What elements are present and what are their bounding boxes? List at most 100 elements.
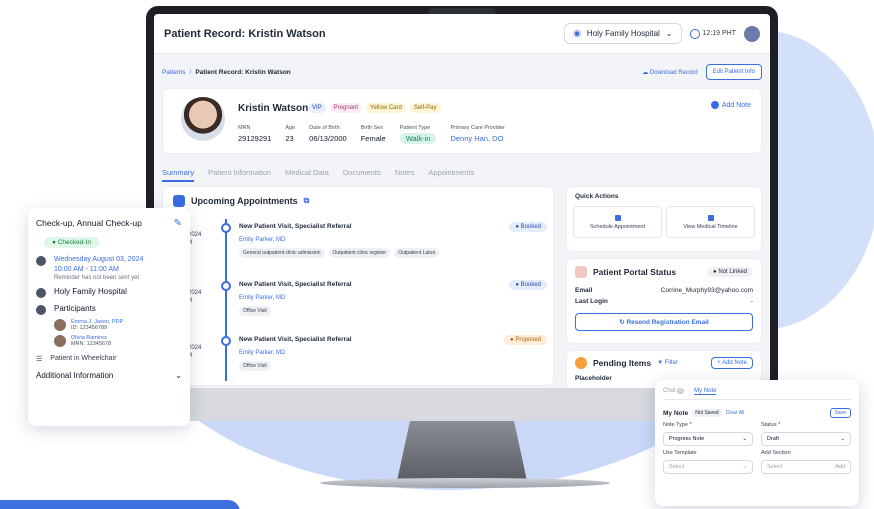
status-value: Draft: [767, 436, 779, 442]
view-timeline-button[interactable]: View Medical Timeline: [666, 206, 755, 238]
status-label: Status *: [761, 422, 781, 428]
filter-label: Filter: [664, 360, 679, 366]
download-label: Download Record: [649, 69, 698, 76]
status-label: Booked: [520, 224, 541, 230]
section-select[interactable]: Select Add: [761, 460, 851, 474]
appointment-time-row: Wednesday August 03, 2024 10:00 AM - 11:…: [36, 255, 182, 281]
template-value: Select: [669, 464, 685, 470]
note-title: My Note: [663, 409, 689, 417]
schedule-appointment-button[interactable]: Schedule Appointment: [573, 206, 662, 238]
pencil-icon[interactable]: ✎: [174, 218, 182, 229]
clear-all-button[interactable]: Clear All: [726, 410, 745, 416]
clock: 12:19 PHT: [689, 28, 736, 39]
save-button[interactable]: Save: [829, 408, 851, 418]
download-record-link[interactable]: ☁ Download Record: [642, 69, 697, 76]
hospital-name: Holy Family Hospital: [586, 29, 660, 38]
note-icon: [710, 101, 719, 109]
add-section-button[interactable]: Add: [835, 464, 845, 470]
chevron-down-icon: ⌄: [840, 436, 845, 442]
wheelchair-label: Patient in Wheelchair: [50, 355, 117, 362]
appointment-title: New Patient Visit, Specialist Referral: [239, 223, 352, 230]
edit-patient-button[interactable]: Edit Patient Info: [705, 64, 762, 80]
appointment-chip: Office Visit: [239, 361, 271, 371]
chat-label: Chat: [663, 388, 676, 394]
filter-button[interactable]: ▼ Filter: [657, 360, 678, 366]
hospital-selector[interactable]: ◉ Holy Family Hospital ⌄: [564, 23, 682, 44]
timeline-icon: [707, 214, 714, 221]
email-value: Corrine_Murphy93@yahoo.com: [660, 287, 753, 294]
quick-actions-row: Schedule Appointment View Medical Timeli…: [567, 206, 761, 238]
status-label: Booked: [520, 282, 541, 288]
status-badge: ● Booked: [509, 222, 547, 232]
appointment-provider[interactable]: Emily Parker, MD: [239, 237, 285, 243]
note-type-value: Progress Note: [669, 436, 705, 442]
participant-item[interactable]: Emma J. Jason, PDP ID: 123456789: [54, 319, 182, 331]
tab-medical-data[interactable]: Medical Data: [285, 168, 329, 188]
appointments-title: Upcoming Appointments: [191, 196, 298, 206]
appointment-item[interactable]: ay 0/2024 AM New Patient Visit, Speciali…: [163, 217, 555, 267]
page-title: Patient Record: Kristin Watson: [164, 27, 326, 40]
field-label: Patient Type: [399, 125, 431, 131]
field-label: Primary Care Provider: [450, 125, 505, 131]
breadcrumb-current: Patient Record: Kristin Watson: [195, 68, 291, 76]
tab-appointments[interactable]: Appointments: [428, 168, 474, 188]
appointment-chip: General outpatient clinic admission: [239, 248, 325, 258]
pending-add-note-button[interactable]: + Add Note: [711, 357, 753, 369]
schedule-label: Schedule Appointment: [589, 223, 646, 230]
note-panel-tabs: Chat 0 My Note: [663, 388, 851, 400]
appointment-chips: Office Visit: [239, 361, 271, 371]
note-type-label: Note Type *: [663, 422, 692, 428]
status-select[interactable]: Draft ⌄: [761, 432, 851, 446]
appointment-provider[interactable]: Emily Parker, MD: [239, 295, 285, 301]
status-label: Proposed: [515, 337, 541, 343]
appointment-item[interactable]: ay 0/2024 AM New Patient Visit, Speciali…: [163, 330, 555, 380]
note-type-select[interactable]: Progress Note ⌄: [663, 432, 753, 446]
app-screen: Patient Record: Kristin Watson ◉ Holy Fa…: [154, 14, 770, 388]
tab-patient-information[interactable]: Patient Information: [208, 168, 271, 188]
patient-tags: VIP Pregnant Yellow Card Self-Pay: [308, 103, 441, 113]
monitor-base: [320, 478, 610, 488]
additional-label: Additional Information: [36, 371, 114, 380]
not-saved-badge: Not Saved: [692, 409, 722, 417]
participant-item[interactable]: Olivia Ramirez MRN: 12345678: [54, 335, 182, 347]
tab-documents[interactable]: Documents: [343, 168, 381, 188]
participant-id: MRN: 12345678: [71, 341, 112, 347]
tab-notes[interactable]: Notes: [395, 168, 415, 188]
template-select[interactable]: Select ⌄: [663, 460, 753, 474]
participant-info: Emma J. Jason, PDP ID: 123456789: [71, 319, 123, 331]
pcp-link[interactable]: Denny Han, DO: [450, 134, 504, 143]
avatar: [54, 319, 66, 331]
breadcrumb-patients[interactable]: Patients: [162, 69, 186, 76]
portal-login-row: Last Login -: [567, 296, 761, 307]
user-icon: [575, 266, 587, 278]
field-label: Date of Birth: [309, 125, 340, 131]
timeline-dot: [221, 223, 231, 233]
last-login-value: -: [750, 298, 753, 305]
quick-actions-title: Quick Actions: [575, 193, 619, 200]
tab-my-note[interactable]: My Note: [694, 388, 717, 395]
breadcrumb: Patients / Patient Record: Kristin Watso…: [154, 54, 770, 88]
additional-information-toggle[interactable]: Additional Information ⌄: [36, 371, 182, 380]
appointment-item[interactable]: ay 0/2024 AM New Patient Visit, Speciali…: [163, 275, 555, 325]
appointment-provider[interactable]: Emily Parker, MD: [239, 350, 285, 356]
upcoming-appointments-card: Upcoming Appointments ⧉ ay 0/2024 AM New…: [162, 186, 554, 386]
user-avatar[interactable]: [744, 25, 760, 42]
portal-status: Not Linked: [718, 269, 747, 275]
add-note-button[interactable]: Add Note: [710, 101, 751, 109]
add-note-label: Add Note: [721, 101, 751, 109]
tag-vip: VIP: [308, 103, 326, 113]
field-value: 06/13/2000: [309, 134, 347, 143]
portal-title: Patient Portal Status: [593, 267, 677, 277]
participant-id: ID: 123456789: [71, 325, 108, 331]
checked-in-badge: ● Checked-In: [44, 237, 99, 248]
location-row: Holy Family Hospital: [36, 287, 182, 298]
tab-chat[interactable]: Chat 0: [663, 388, 685, 395]
location-pin-icon: [36, 288, 46, 298]
portal-email-row: Email Corrine_Murphy93@yahoo.com: [567, 285, 761, 296]
wheelchair-row: ☰ Patient in Wheelchair: [36, 355, 182, 363]
external-link-icon[interactable]: ⧉: [304, 196, 310, 206]
patient-portal-card: Patient Portal Status ● Not Linked Email…: [566, 258, 762, 344]
clock-icon: [36, 256, 46, 266]
resend-registration-button[interactable]: ↻ Resend Registration Email: [575, 313, 753, 331]
tab-summary[interactable]: Summary: [162, 168, 195, 182]
